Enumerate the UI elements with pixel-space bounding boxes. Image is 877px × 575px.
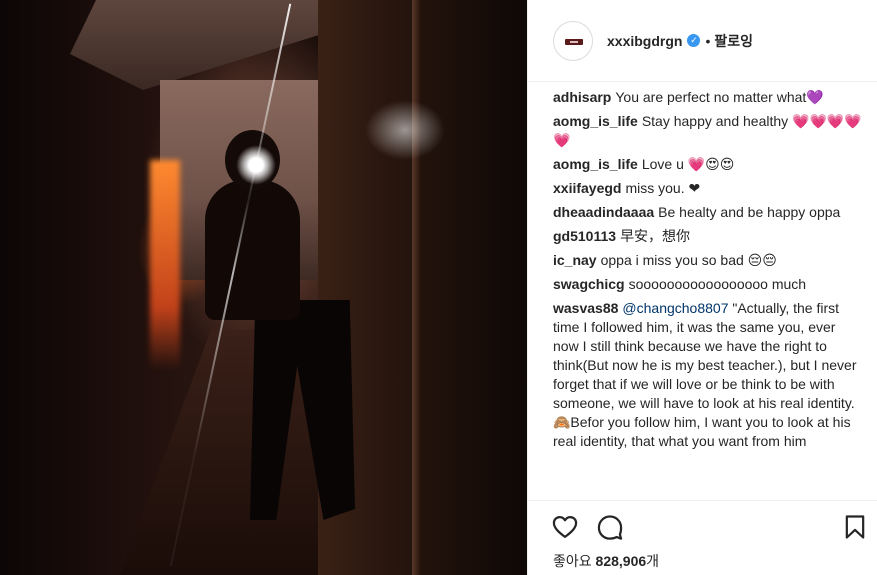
comment-username[interactable]: adhisarp	[553, 89, 611, 105]
username-link[interactable]: xxxibgdrgn	[607, 33, 682, 49]
comment-item: aomg_is_life Stay happy and healthy 💗💗💗💗💗	[553, 112, 865, 150]
comment-mention-link[interactable]: @changcho8807	[622, 300, 728, 316]
post-header: xxxibgdrgn ✓ • 팔로잉	[528, 0, 877, 82]
comment-text: Be healty and be happy oppa	[658, 204, 841, 220]
comment-item: ic_nay oppa i miss you so bad 😔😔	[553, 251, 865, 270]
comment-text: miss you. ❤	[625, 180, 701, 196]
comment-text: sooooooooooooooooo much	[628, 276, 807, 292]
comment-username[interactable]: ic_nay	[553, 252, 597, 268]
comment-bubble-icon[interactable]	[596, 513, 624, 541]
likes-suffix: 개	[646, 553, 660, 569]
post-photo[interactable]	[0, 0, 527, 575]
comment-username[interactable]: aomg_is_life	[553, 113, 638, 129]
comment-text: "Actually, the first time I followed him…	[553, 300, 857, 449]
comment-item: xxiifayegd miss you. ❤	[553, 179, 865, 198]
person-silhouette	[205, 180, 300, 320]
comment-username[interactable]: wasvas88	[553, 300, 618, 316]
comment-text: oppa i miss you so bad 😔😔	[600, 252, 777, 268]
comment-username[interactable]: gd510113	[553, 228, 616, 244]
post-side-panel: xxxibgdrgn ✓ • 팔로잉 adhisarp You are perfe…	[528, 0, 877, 575]
door-edge	[412, 0, 420, 575]
likes-prefix: 좋아요	[553, 553, 596, 569]
comment-item: aomg_is_life Love u 💗😍😍	[553, 155, 865, 174]
comment-text: You are perfect no matter what💜	[615, 89, 824, 105]
bookmark-icon[interactable]	[841, 513, 869, 541]
comment-username[interactable]: xxiifayegd	[553, 180, 621, 196]
comment-username[interactable]: swagchicg	[553, 276, 625, 292]
action-bar	[528, 500, 877, 546]
comment-text: Love u 💗😍😍	[641, 156, 735, 172]
camera-flash	[236, 145, 276, 185]
comment-item: swagchicg sooooooooooooooooo much	[553, 275, 865, 294]
verified-badge-icon: ✓	[687, 34, 701, 47]
avatar-logo	[565, 38, 583, 45]
orange-light	[150, 160, 180, 370]
comment-username[interactable]: dheaadindaaaa	[553, 204, 654, 220]
likes-number: 828,906	[595, 553, 647, 569]
comments-list[interactable]: adhisarp You are perfect no matter what💜 …	[553, 88, 865, 500]
mirror-glow	[365, 100, 445, 160]
comment-item: wasvas88 @changcho8807 "Actually, the fir…	[553, 299, 865, 451]
comment-username[interactable]: aomg_is_life	[553, 156, 638, 172]
comment-item: gd510113 早安，想你	[553, 227, 865, 246]
heart-icon[interactable]	[551, 513, 579, 541]
following-button[interactable]: 팔로잉	[714, 31, 753, 51]
ceiling	[70, 0, 330, 90]
comment-item: dheaadindaaaa Be healty and be happy oppa	[553, 203, 865, 222]
avatar[interactable]	[553, 20, 593, 61]
likes-count[interactable]: 좋아요 828,906개	[553, 551, 659, 571]
comment-text: 早安，想你	[620, 228, 691, 244]
separator: •	[705, 32, 711, 49]
comment-item: adhisarp You are perfect no matter what💜	[553, 88, 865, 107]
